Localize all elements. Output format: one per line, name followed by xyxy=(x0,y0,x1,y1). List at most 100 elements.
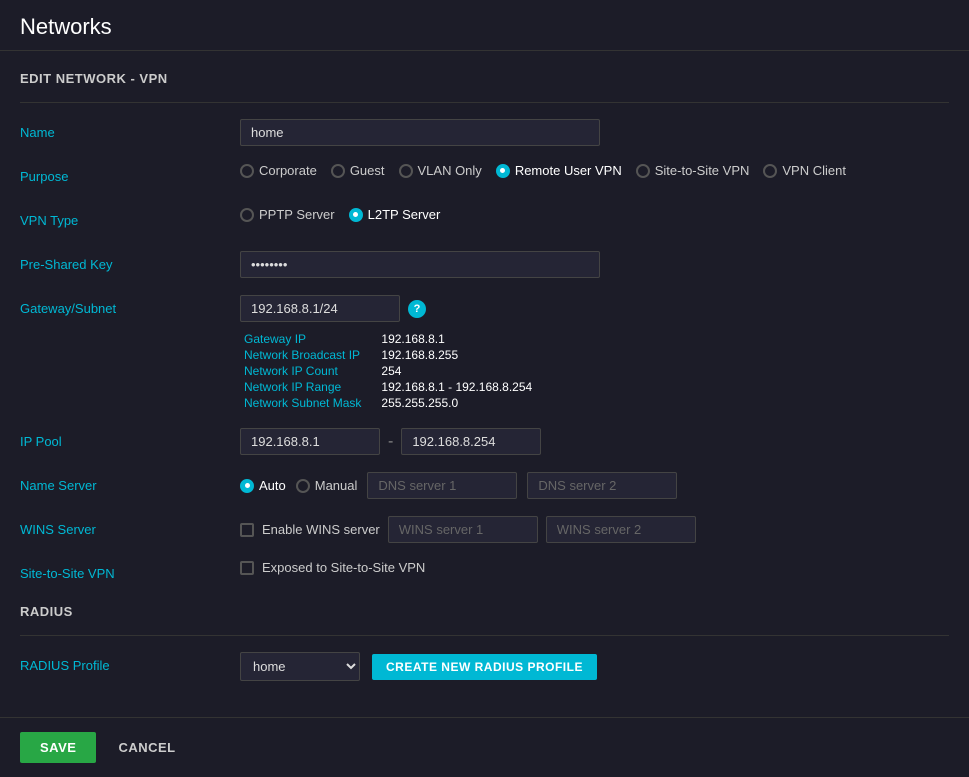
psk-input[interactable] xyxy=(240,251,600,278)
remote-user-vpn-radio-icon[interactable] xyxy=(496,164,510,178)
radius-profile-select[interactable]: home xyxy=(240,652,360,681)
dns-server2-input[interactable] xyxy=(527,472,677,499)
wins-inputs: Enable WINS server xyxy=(240,516,696,543)
ip-pool-inputs: - xyxy=(240,428,541,455)
purpose-corporate[interactable]: Corporate xyxy=(240,163,317,178)
radius-profile-row: RADIUS Profile home CREATE NEW RADIUS PR… xyxy=(20,652,949,681)
wins-server2-input[interactable] xyxy=(546,516,696,543)
auto-label: Auto xyxy=(259,478,286,493)
pptp-radio-icon[interactable] xyxy=(240,208,254,222)
site-to-site-row: Site-to-Site VPN Exposed to Site-to-Site… xyxy=(20,560,949,588)
footer-bar: SAVE CANCEL xyxy=(0,717,969,777)
site-to-site-checkbox[interactable] xyxy=(240,561,254,575)
vpn-type-radio-group: PPTP Server L2TP Server xyxy=(240,207,440,222)
wins-enable-checkbox[interactable] xyxy=(240,523,254,537)
vlan-only-radio-icon[interactable] xyxy=(399,164,413,178)
name-server-inputs: Auto Manual xyxy=(240,472,677,499)
broadcast-ip-value: 192.168.8.255 xyxy=(381,348,532,362)
ip-count-row: Network IP Count 254 xyxy=(244,364,532,378)
content-area: EDIT NETWORK - VPN Name Purpose Corporat… xyxy=(0,51,969,717)
vpn-type-row: VPN Type PPTP Server L2TP Server xyxy=(20,207,949,235)
ip-count-label: Network IP Count xyxy=(244,364,377,378)
radius-inputs: home CREATE NEW RADIUS PROFILE xyxy=(240,652,597,681)
gateway-label: Gateway/Subnet xyxy=(20,295,240,316)
purpose-guest[interactable]: Guest xyxy=(331,163,385,178)
site-to-site-vpn-label: Site-to-Site VPN xyxy=(655,163,750,178)
help-icon[interactable]: ? xyxy=(408,300,426,318)
site-to-site-control: Exposed to Site-to-Site VPN xyxy=(240,560,949,575)
subnet-mask-label: Network Subnet Mask xyxy=(244,396,377,410)
radius-divider xyxy=(20,635,949,636)
subnet-mask-row: Network Subnet Mask 255.255.255.0 xyxy=(244,396,532,410)
radius-section: RADIUS RADIUS Profile home CREATE NEW RA… xyxy=(20,604,949,681)
cancel-button[interactable]: CANCEL xyxy=(112,732,181,763)
page-container: Networks EDIT NETWORK - VPN Name Purpose… xyxy=(0,0,969,777)
site-to-site-checkbox-label: Exposed to Site-to-Site VPN xyxy=(262,560,425,575)
radius-profile-control: home CREATE NEW RADIUS PROFILE xyxy=(240,652,949,681)
guest-radio-icon[interactable] xyxy=(331,164,345,178)
gateway-input-row: ? xyxy=(240,295,426,322)
gateway-ip-row: Gateway IP 192.168.8.1 xyxy=(244,332,532,346)
wins-server-control: Enable WINS server xyxy=(240,516,949,543)
edit-network-section-title: EDIT NETWORK - VPN xyxy=(20,71,949,86)
gateway-details: Gateway IP 192.168.8.1 Network Broadcast… xyxy=(240,330,536,412)
vpn-type-l2tp[interactable]: L2TP Server xyxy=(349,207,441,222)
site-to-site-vpn-radio-icon[interactable] xyxy=(636,164,650,178)
manual-radio-icon[interactable] xyxy=(296,479,310,493)
manual-label: Manual xyxy=(315,478,358,493)
wins-server-label: WINS Server xyxy=(20,516,240,537)
name-label: Name xyxy=(20,119,240,140)
name-row: Name xyxy=(20,119,949,147)
gateway-input[interactable] xyxy=(240,295,400,322)
wins-enable-label: Enable WINS server xyxy=(262,522,380,537)
subnet-mask-value: 255.255.255.0 xyxy=(381,396,532,410)
vpn-type-pptp[interactable]: PPTP Server xyxy=(240,207,335,222)
vlan-only-label: VLAN Only xyxy=(418,163,482,178)
name-server-row: Name Server Auto Manual xyxy=(20,472,949,500)
ip-range-label: Network IP Range xyxy=(244,380,377,394)
site-to-site-label: Site-to-Site VPN xyxy=(20,560,240,581)
purpose-radio-group: Corporate Guest VLAN Only Remote User VP… xyxy=(240,163,846,178)
save-button[interactable]: SAVE xyxy=(20,732,96,763)
pptp-label: PPTP Server xyxy=(259,207,335,222)
gateway-control: ? Gateway IP 192.168.8.1 Network Broadca… xyxy=(240,295,949,412)
psk-row: Pre-Shared Key xyxy=(20,251,949,279)
name-control xyxy=(240,119,949,146)
purpose-remote-user-vpn[interactable]: Remote User VPN xyxy=(496,163,622,178)
broadcast-ip-row: Network Broadcast IP 192.168.8.255 xyxy=(244,348,532,362)
purpose-vlan-only[interactable]: VLAN Only xyxy=(399,163,482,178)
auto-radio-icon[interactable] xyxy=(240,479,254,493)
ip-pool-end-input[interactable] xyxy=(401,428,541,455)
name-input[interactable] xyxy=(240,119,600,146)
name-server-control: Auto Manual xyxy=(240,472,949,499)
wins-server-row: WINS Server Enable WINS server xyxy=(20,516,949,544)
vpn-client-radio-icon[interactable] xyxy=(763,164,777,178)
create-radius-profile-button[interactable]: CREATE NEW RADIUS PROFILE xyxy=(372,654,597,680)
name-server-auto[interactable]: Auto xyxy=(240,478,286,493)
radius-section-title: RADIUS xyxy=(20,604,949,619)
dns-server1-input[interactable] xyxy=(367,472,517,499)
vpn-type-control: PPTP Server L2TP Server xyxy=(240,207,949,222)
site-to-site-checkbox-row: Exposed to Site-to-Site VPN xyxy=(240,560,425,575)
ip-range-row: Network IP Range 192.168.8.1 - 192.168.8… xyxy=(244,380,532,394)
wins-server1-input[interactable] xyxy=(388,516,538,543)
broadcast-ip-label: Network Broadcast IP xyxy=(244,348,377,362)
psk-label: Pre-Shared Key xyxy=(20,251,240,272)
ip-pool-start-input[interactable] xyxy=(240,428,380,455)
corporate-radio-icon[interactable] xyxy=(240,164,254,178)
corporate-label: Corporate xyxy=(259,163,317,178)
gateway-row: Gateway/Subnet ? Gateway IP 192.168.8.1 … xyxy=(20,295,949,412)
purpose-vpn-client[interactable]: VPN Client xyxy=(763,163,846,178)
radius-profile-label: RADIUS Profile xyxy=(20,652,240,673)
ip-pool-label: IP Pool xyxy=(20,428,240,449)
vpn-type-label: VPN Type xyxy=(20,207,240,228)
gateway-ip-value: 192.168.8.1 xyxy=(381,332,532,346)
guest-label: Guest xyxy=(350,163,385,178)
purpose-label: Purpose xyxy=(20,163,240,184)
purpose-control: Corporate Guest VLAN Only Remote User VP… xyxy=(240,163,949,178)
l2tp-label: L2TP Server xyxy=(368,207,441,222)
l2tp-radio-icon[interactable] xyxy=(349,208,363,222)
ip-pool-separator: - xyxy=(388,433,393,451)
name-server-manual[interactable]: Manual xyxy=(296,478,358,493)
purpose-site-to-site-vpn[interactable]: Site-to-Site VPN xyxy=(636,163,750,178)
